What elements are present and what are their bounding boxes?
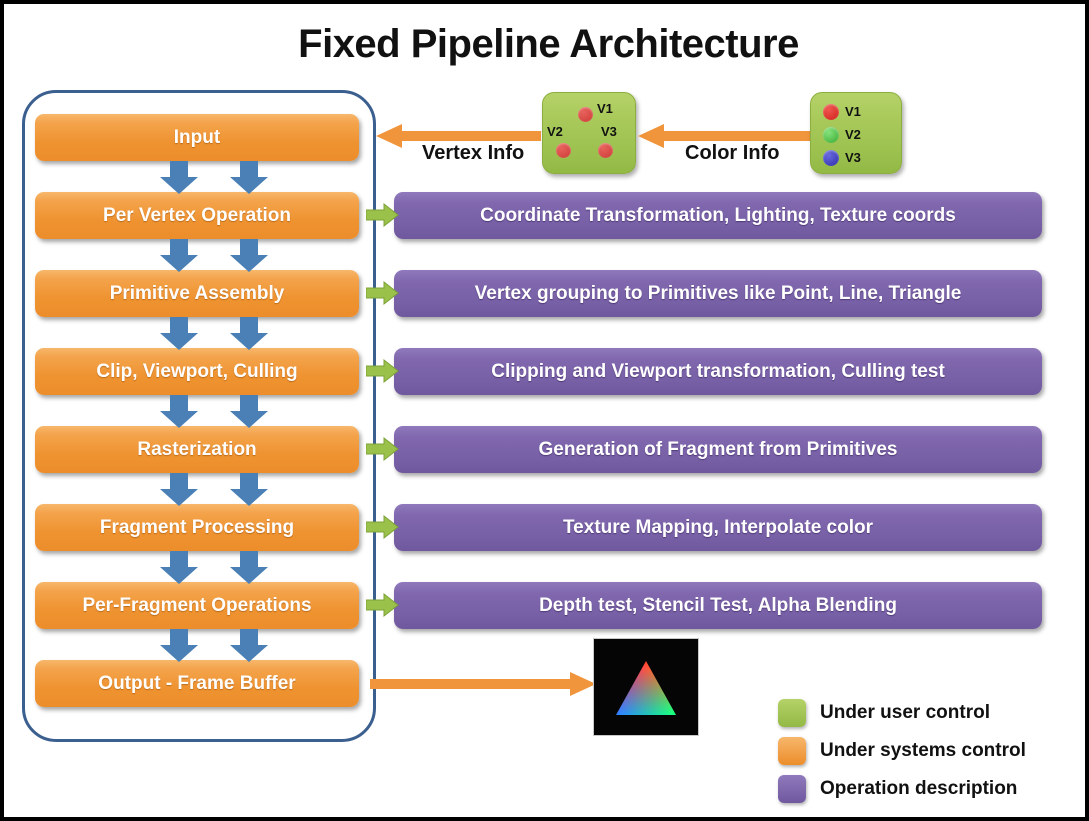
green-connector-arrow-1: [365, 202, 400, 228]
green-connector-arrow-2: [365, 280, 400, 306]
output-to-framebuffer-arrow: [370, 670, 596, 703]
stage-box-primitive-assembly[interactable]: Primitive Assembly: [35, 270, 359, 317]
legend-item-systems-control: Under systems control: [778, 732, 1078, 770]
description-box-rasterization[interactable]: Generation of Fragment from Primitives: [394, 426, 1042, 473]
description-box-per-vertex-operation[interactable]: Coordinate Transformation, Lighting, Tex…: [394, 192, 1042, 239]
legend: Under user control Under systems control…: [778, 694, 1078, 808]
vertex-dot-v2: [556, 143, 571, 158]
legend-label-user-control: Under user control: [820, 702, 990, 723]
vertex-dot-v1: [578, 107, 593, 122]
color-dot-v1: [823, 104, 839, 120]
color-label-v2: V2: [845, 127, 861, 142]
vertex-dot-v3: [598, 143, 613, 158]
vertex-label-v1: V1: [597, 101, 613, 116]
vertex-label-v2: V2: [547, 124, 563, 139]
stage-box-input[interactable]: Input: [35, 114, 359, 161]
color-dot-v3: [823, 150, 839, 166]
framebuffer-image: [593, 638, 699, 736]
green-connector-arrow-3: [365, 358, 400, 384]
stage-box-per-fragment-operations[interactable]: Per-Fragment Operations: [35, 582, 359, 629]
color-info-label: Color Info: [685, 142, 780, 164]
legend-label-operation-description: Operation description: [820, 778, 1018, 799]
description-box-clip-viewport-culling[interactable]: Clipping and Viewport transformation, Cu…: [394, 348, 1042, 395]
vertex-info-label: Vertex Info: [422, 142, 525, 164]
color-dot-v2: [823, 127, 839, 143]
green-connector-arrow-6: [365, 592, 400, 618]
vertex-info-box[interactable]: V1 V2 V3: [542, 92, 636, 174]
description-box-fragment-processing[interactable]: Texture Mapping, Interpolate color: [394, 504, 1042, 551]
diagram-canvas: Fixed Pipeline Architecture Input Per Ve…: [0, 0, 1089, 821]
color-label-v1: V1: [845, 104, 861, 119]
legend-swatch-green: [778, 699, 806, 727]
legend-item-user-control: Under user control: [778, 694, 1078, 732]
vertex-label-v3: V3: [601, 124, 617, 139]
stage-box-clip-viewport-culling[interactable]: Clip, Viewport, Culling: [35, 348, 359, 395]
description-box-primitive-assembly[interactable]: Vertex grouping to Primitives like Point…: [394, 270, 1042, 317]
color-label-v3: V3: [845, 150, 861, 165]
legend-item-operation-description: Operation description: [778, 770, 1078, 808]
green-connector-arrow-4: [365, 436, 400, 462]
legend-swatch-purple: [778, 775, 806, 803]
color-info-box[interactable]: V1 V2 V3: [810, 92, 902, 174]
page-title: Fixed Pipeline Architecture: [298, 22, 799, 66]
legend-label-systems-control: Under systems control: [820, 740, 1026, 761]
description-box-per-fragment-operations[interactable]: Depth test, Stencil Test, Alpha Blending: [394, 582, 1042, 629]
legend-swatch-orange: [778, 737, 806, 765]
stage-box-fragment-processing[interactable]: Fragment Processing: [35, 504, 359, 551]
pipeline-container: [22, 90, 376, 742]
stage-box-rasterization[interactable]: Rasterization: [35, 426, 359, 473]
stage-box-per-vertex-operation[interactable]: Per Vertex Operation: [35, 192, 359, 239]
green-connector-arrow-5: [365, 514, 400, 540]
stage-box-output-frame-buffer[interactable]: Output - Frame Buffer: [35, 660, 359, 707]
